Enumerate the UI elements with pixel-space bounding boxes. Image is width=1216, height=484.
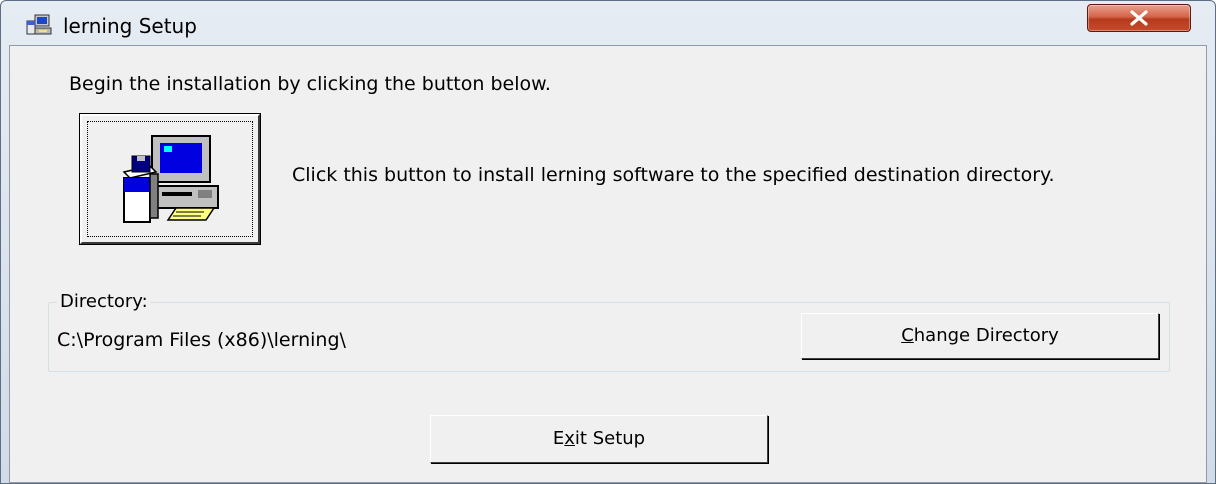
- change-directory-mnemonic: C: [901, 325, 914, 346]
- change-directory-button[interactable]: Change Directory: [801, 313, 1159, 359]
- exit-setup-button[interactable]: Exit Setup: [430, 415, 768, 463]
- client-area: Begin the installation by clicking the b…: [9, 45, 1207, 483]
- change-directory-label: hange Directory: [913, 325, 1059, 346]
- window-title: lerning Setup: [63, 14, 197, 38]
- install-description: Click this button to install lerning sof…: [292, 164, 1055, 186]
- exit-label-start: E: [552, 428, 565, 449]
- directory-path: C:\Program Files (x86)\lerning\: [57, 329, 346, 351]
- title-bar[interactable]: lerning Setup: [1, 1, 1215, 45]
- exit-mnemonic: x: [564, 428, 575, 449]
- setup-computer-icon: [25, 13, 53, 37]
- directory-label: Directory:: [57, 291, 151, 312]
- close-button[interactable]: [1087, 4, 1191, 32]
- intro-text: Begin the installation by clicking the b…: [69, 73, 551, 95]
- directory-group: Directory: C:\Program Files (x86)\lernin…: [48, 291, 1170, 372]
- exit-label-end: it Setup: [574, 428, 646, 449]
- install-button[interactable]: [79, 113, 261, 245]
- setup-window: lerning Setup Begin the installation by …: [0, 0, 1216, 484]
